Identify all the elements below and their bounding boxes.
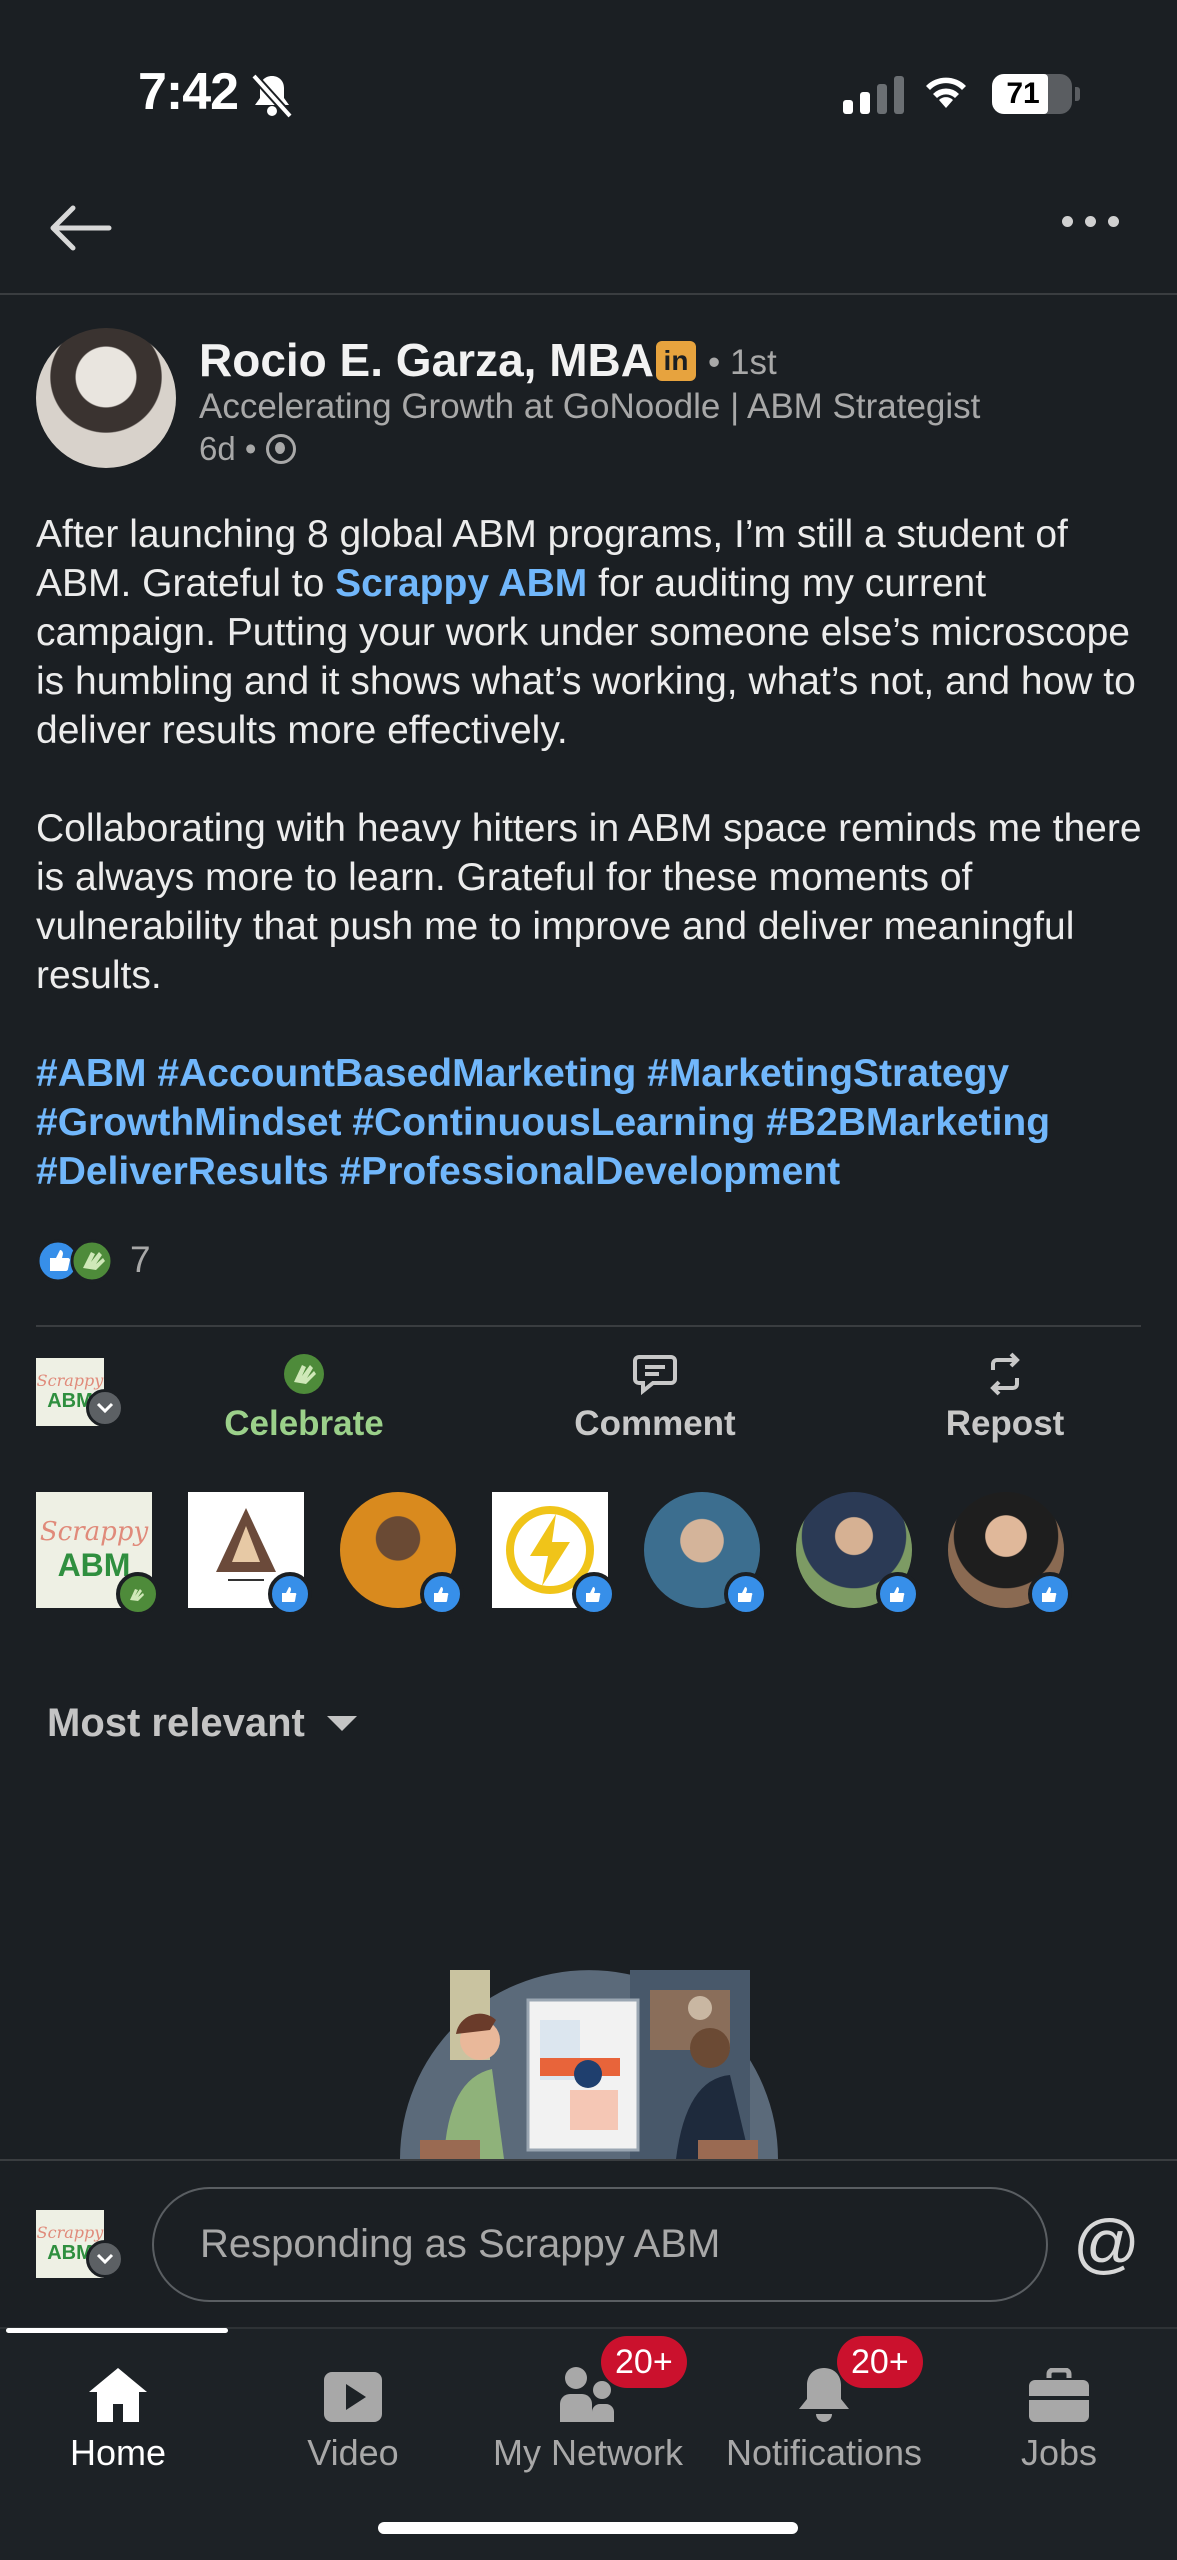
- reaction-count[interactable]: 7: [130, 1239, 151, 1281]
- repost-icon: [905, 1348, 1105, 1400]
- caret-down-icon: [326, 1716, 357, 1731]
- author-avatar[interactable]: [36, 328, 176, 468]
- reactor-avatar[interactable]: [644, 1492, 768, 1616]
- like-badge-icon: [572, 1572, 616, 1616]
- celebrate-button[interactable]: Celebrate: [204, 1348, 404, 1444]
- post-paragraph-2: Collaborating with heavy hitters in ABM …: [36, 807, 1142, 997]
- comment-icon: [555, 1348, 755, 1400]
- like-badge-icon: [876, 1572, 920, 1616]
- like-badge-icon: [724, 1572, 768, 1616]
- post-meta: 6d •: [199, 430, 297, 468]
- comment-input[interactable]: [152, 2187, 1048, 2302]
- signal-icon: [843, 76, 904, 114]
- tab-home[interactable]: Home: [0, 2340, 236, 2474]
- reactor-avatar[interactable]: [796, 1492, 920, 1616]
- back-arrow-icon[interactable]: [45, 200, 115, 261]
- reaction-icons[interactable]: [36, 1238, 120, 1289]
- more-icon[interactable]: [1062, 216, 1119, 227]
- battery-icon: 71: [992, 74, 1080, 114]
- reactor-avatar[interactable]: [492, 1492, 616, 1616]
- network-count-badge: 20+: [601, 2336, 687, 2388]
- linkedin-premium-badge: in: [656, 341, 696, 381]
- comment-button[interactable]: Comment: [555, 1348, 755, 1444]
- celebrate-badge-icon: [116, 1572, 160, 1616]
- mention-at-button[interactable]: @: [1073, 2205, 1140, 2281]
- post-age: 6d •: [199, 430, 257, 467]
- celebrate-icon: [204, 1348, 404, 1400]
- chevron-down-icon[interactable]: [86, 1389, 124, 1427]
- post-body: After launching 8 global ABM programs, I…: [36, 510, 1146, 1049]
- tab-video[interactable]: Video: [235, 2340, 471, 2474]
- sort-dropdown[interactable]: Most relevant: [47, 1701, 357, 1746]
- video-icon: [235, 2340, 471, 2432]
- home-icon: [0, 2340, 236, 2432]
- repost-button[interactable]: Repost: [905, 1348, 1105, 1444]
- globe-icon: [266, 434, 297, 464]
- empty-comments-illustration: [400, 1930, 778, 2159]
- post-paragraph-1: After launching 8 global ABM programs, I…: [36, 513, 1136, 752]
- reactor-avatar[interactable]: [948, 1492, 1072, 1616]
- chevron-down-icon[interactable]: [86, 2240, 124, 2278]
- bell-off-icon: [250, 72, 294, 123]
- connection-degree: • 1st: [708, 343, 777, 382]
- author-headline: Accelerating Growth at GoNoodle | ABM St…: [199, 387, 981, 426]
- post-hashtags[interactable]: #ABM #AccountBasedMarketing #MarketingSt…: [36, 1049, 1156, 1196]
- mention-link[interactable]: Scrappy ABM: [335, 562, 587, 605]
- reactor-avatar[interactable]: [340, 1492, 464, 1616]
- like-badge-icon: [268, 1572, 312, 1616]
- notifications-count-badge: 20+: [837, 2336, 923, 2388]
- tab-jobs[interactable]: Jobs: [941, 2340, 1177, 2474]
- author-name[interactable]: Rocio E. Garza, MBA: [199, 333, 654, 387]
- briefcase-icon: [941, 2340, 1177, 2432]
- wifi-icon: [921, 70, 971, 115]
- reactor-avatar[interactable]: [188, 1492, 312, 1616]
- header-divider: [0, 293, 1177, 295]
- status-time: 7:42: [138, 63, 239, 121]
- like-badge-icon: [420, 1572, 464, 1616]
- home-indicator: [378, 2522, 798, 2534]
- active-tab-indicator: [6, 2328, 228, 2333]
- battery-level: 71: [1006, 77, 1040, 110]
- reactor-avatar[interactable]: Scrappy ABM: [36, 1492, 160, 1616]
- like-badge-icon: [1028, 1572, 1072, 1616]
- reactions-divider: [36, 1325, 1141, 1327]
